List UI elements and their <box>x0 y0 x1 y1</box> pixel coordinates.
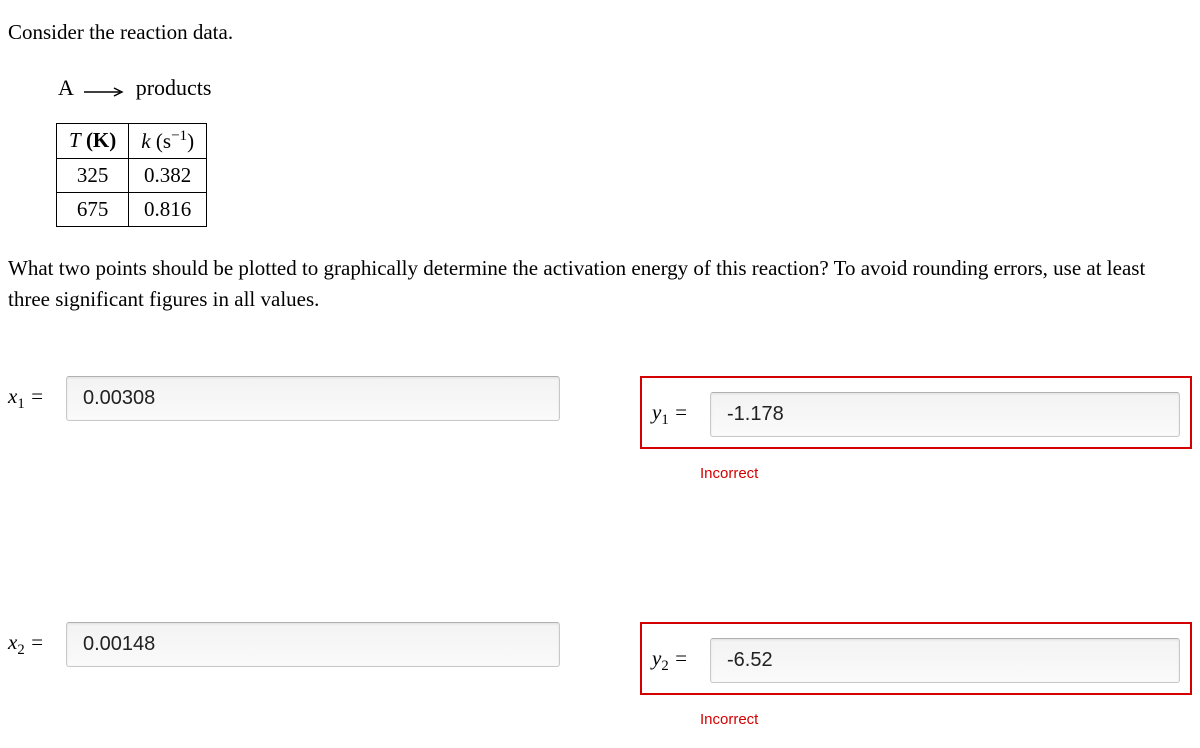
answers-section: x1 = y1 = Incorrect x2 = y2 = <box>8 376 1192 728</box>
y2-var: y <box>652 646 661 670</box>
x1-label: x1 = <box>8 384 52 413</box>
x2-var: x <box>8 630 17 654</box>
reaction-data-table: T (K) k (s−1) 325 0.382 675 0.816 <box>56 123 207 227</box>
question-text: What two points should be plotted to gra… <box>8 253 1192 316</box>
x1-group: x1 = <box>8 376 560 421</box>
y2-feedback: Incorrect <box>700 711 1192 728</box>
y1-incorrect-box: y1 = <box>640 376 1192 449</box>
reaction-rhs: products <box>136 75 212 100</box>
x2-sub: 2 <box>17 642 24 658</box>
y1-sub: 1 <box>661 412 668 428</box>
x1-var: x <box>8 384 17 408</box>
table-row: 675 0.816 <box>57 192 207 226</box>
table-row: 325 0.382 <box>57 158 207 192</box>
y2-eq: = <box>669 646 688 670</box>
x1-sub: 1 <box>17 396 24 412</box>
x2-label: x2 = <box>8 630 52 659</box>
answer-row-1: x1 = y1 = Incorrect <box>8 376 1192 482</box>
cell-k1: 0.382 <box>129 158 207 192</box>
y2-incorrect-box: y2 = <box>640 622 1192 695</box>
intro-text: Consider the reaction data. <box>8 20 1192 45</box>
y2-group: y2 = <box>652 638 1180 683</box>
y2-col: y2 = Incorrect <box>640 622 1192 728</box>
y1-var: y <box>652 400 661 424</box>
arrow-icon <box>84 77 124 103</box>
x2-input[interactable] <box>66 622 560 667</box>
y1-eq: = <box>669 400 688 424</box>
header-unit-s-close: ) <box>187 129 194 153</box>
y1-group: y1 = <box>652 392 1180 437</box>
x1-eq: = <box>25 384 44 408</box>
x1-input[interactable] <box>66 376 560 421</box>
cell-k2: 0.816 <box>129 192 207 226</box>
header-var-T: T <box>69 128 81 152</box>
y1-label: y1 = <box>652 400 696 429</box>
y2-label: y2 = <box>652 646 696 675</box>
x2-eq: = <box>25 630 44 654</box>
x2-group: x2 = <box>8 622 560 667</box>
header-var-k: k <box>141 129 150 153</box>
table-header-temperature: T (K) <box>57 123 129 158</box>
y1-input[interactable] <box>710 392 1180 437</box>
cell-t2: 675 <box>57 192 129 226</box>
reaction-equation: A products <box>58 75 1192 103</box>
header-unit-s-exp: −1 <box>171 128 187 144</box>
reaction-lhs: A <box>58 75 73 100</box>
cell-t1: 325 <box>57 158 129 192</box>
y1-col: y1 = Incorrect <box>640 376 1192 482</box>
header-unit-K: (K) <box>81 128 117 152</box>
y1-feedback: Incorrect <box>700 465 1192 482</box>
y2-sub: 2 <box>661 658 668 674</box>
table-header-rate-constant: k (s−1) <box>129 123 207 158</box>
answer-row-2: x2 = y2 = Incorrect <box>8 622 1192 728</box>
y2-input[interactable] <box>710 638 1180 683</box>
header-unit-s-open: (s <box>151 129 171 153</box>
